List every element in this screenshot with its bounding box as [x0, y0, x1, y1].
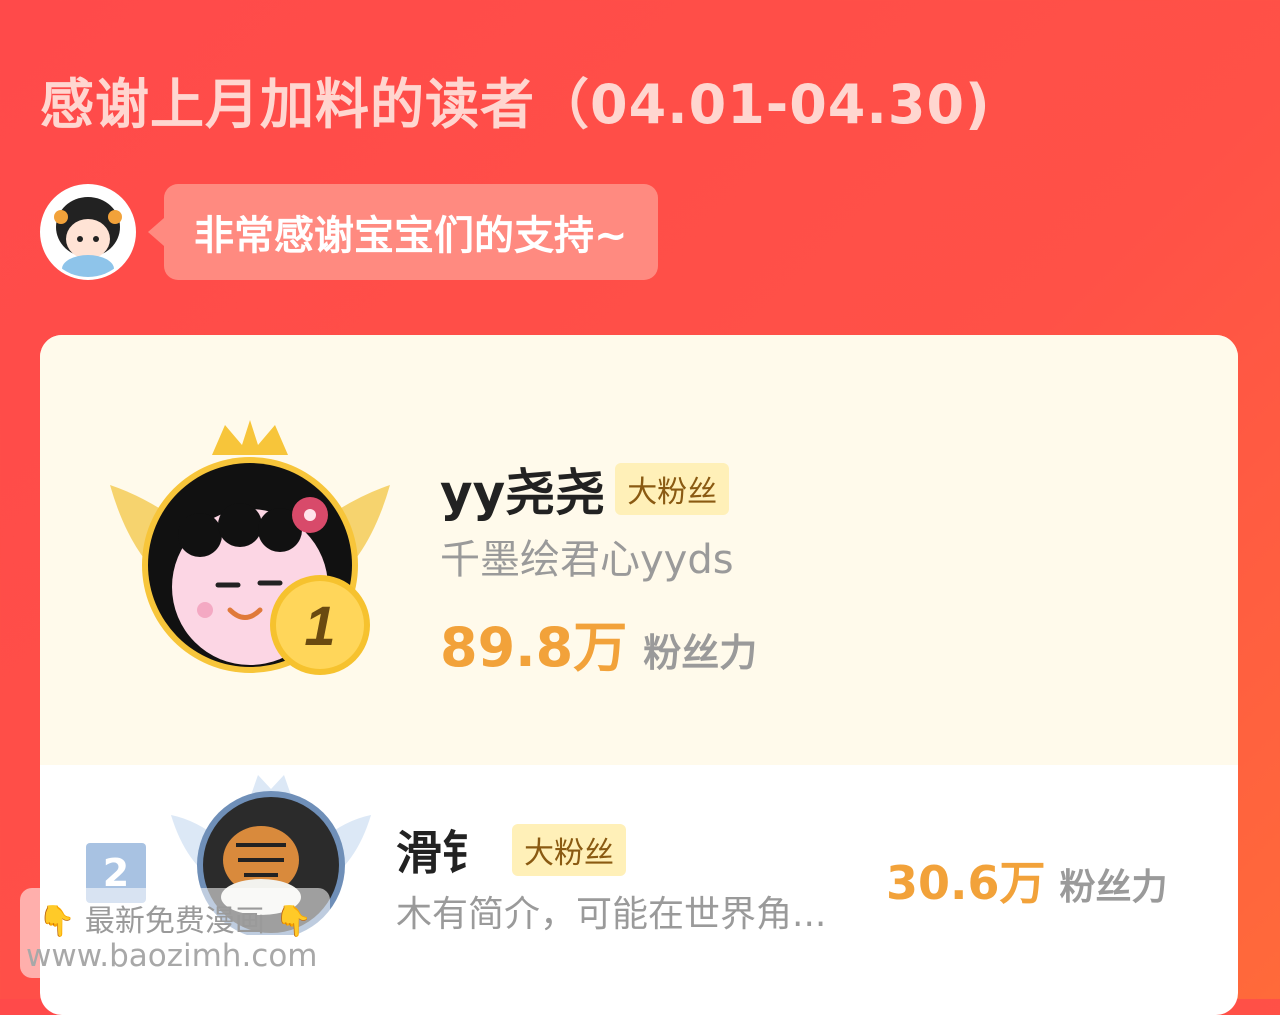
rank-1-username[interactable]: yy尧尧: [440, 453, 605, 525]
thanks-bubble: 非常感谢宝宝们的支持~: [148, 184, 658, 280]
rank-1-avatar-frame: 1: [100, 415, 400, 695]
watermark-text-1: 最新免费漫画: [84, 904, 265, 939]
author-avatar-art: [43, 187, 133, 277]
pointing-down-icon: 👇: [38, 904, 76, 939]
rank-2-username[interactable]: 滑钅: [396, 817, 488, 883]
rank-1-name-row: yy尧尧 大粉丝: [440, 453, 730, 525]
pointing-down-icon: 👇: [274, 904, 312, 939]
rank-1-section[interactable]: 1 yy尧尧 大粉丝 千墨绘君心yyds 89.8万 粉丝力: [40, 335, 1238, 765]
rank-2-power-value: 30.6万: [886, 856, 1046, 910]
rank-1-badge: 大粉丝: [615, 463, 730, 515]
svg-text:1: 1: [304, 594, 335, 657]
rank-2-power-unit: 粉丝力: [1059, 867, 1168, 908]
watermark-line-1: 👇 最新免费漫画 👇: [38, 896, 312, 940]
watermark-line-2[interactable]: www.baozimh.com: [26, 938, 318, 974]
author-avatar[interactable]: [40, 184, 136, 280]
rank-2-power: 30.6万 粉丝力: [886, 847, 1168, 913]
rank-1-power-value: 89.8万: [440, 616, 628, 679]
rank-2-bio: 木有简介，可能在世界角...: [396, 894, 827, 935]
rank-2-name-row: 滑钅 大粉丝: [396, 817, 626, 883]
rank-2-badge: 大粉丝: [512, 824, 626, 876]
rank-1-bio: 千墨绘君心yyds: [440, 537, 734, 583]
rank-1-power-unit: 粉丝力: [643, 631, 758, 675]
rank-1-avatar-art: 1: [110, 420, 390, 675]
crown-icon: [212, 420, 288, 455]
page-title: 感谢上月加料的读者（04.01-04.30): [40, 73, 991, 136]
rank-1-power: 89.8万 粉丝力: [440, 603, 757, 682]
watermark[interactable]: 👇 最新免费漫画 👇 www.baozimh.com: [20, 888, 330, 978]
